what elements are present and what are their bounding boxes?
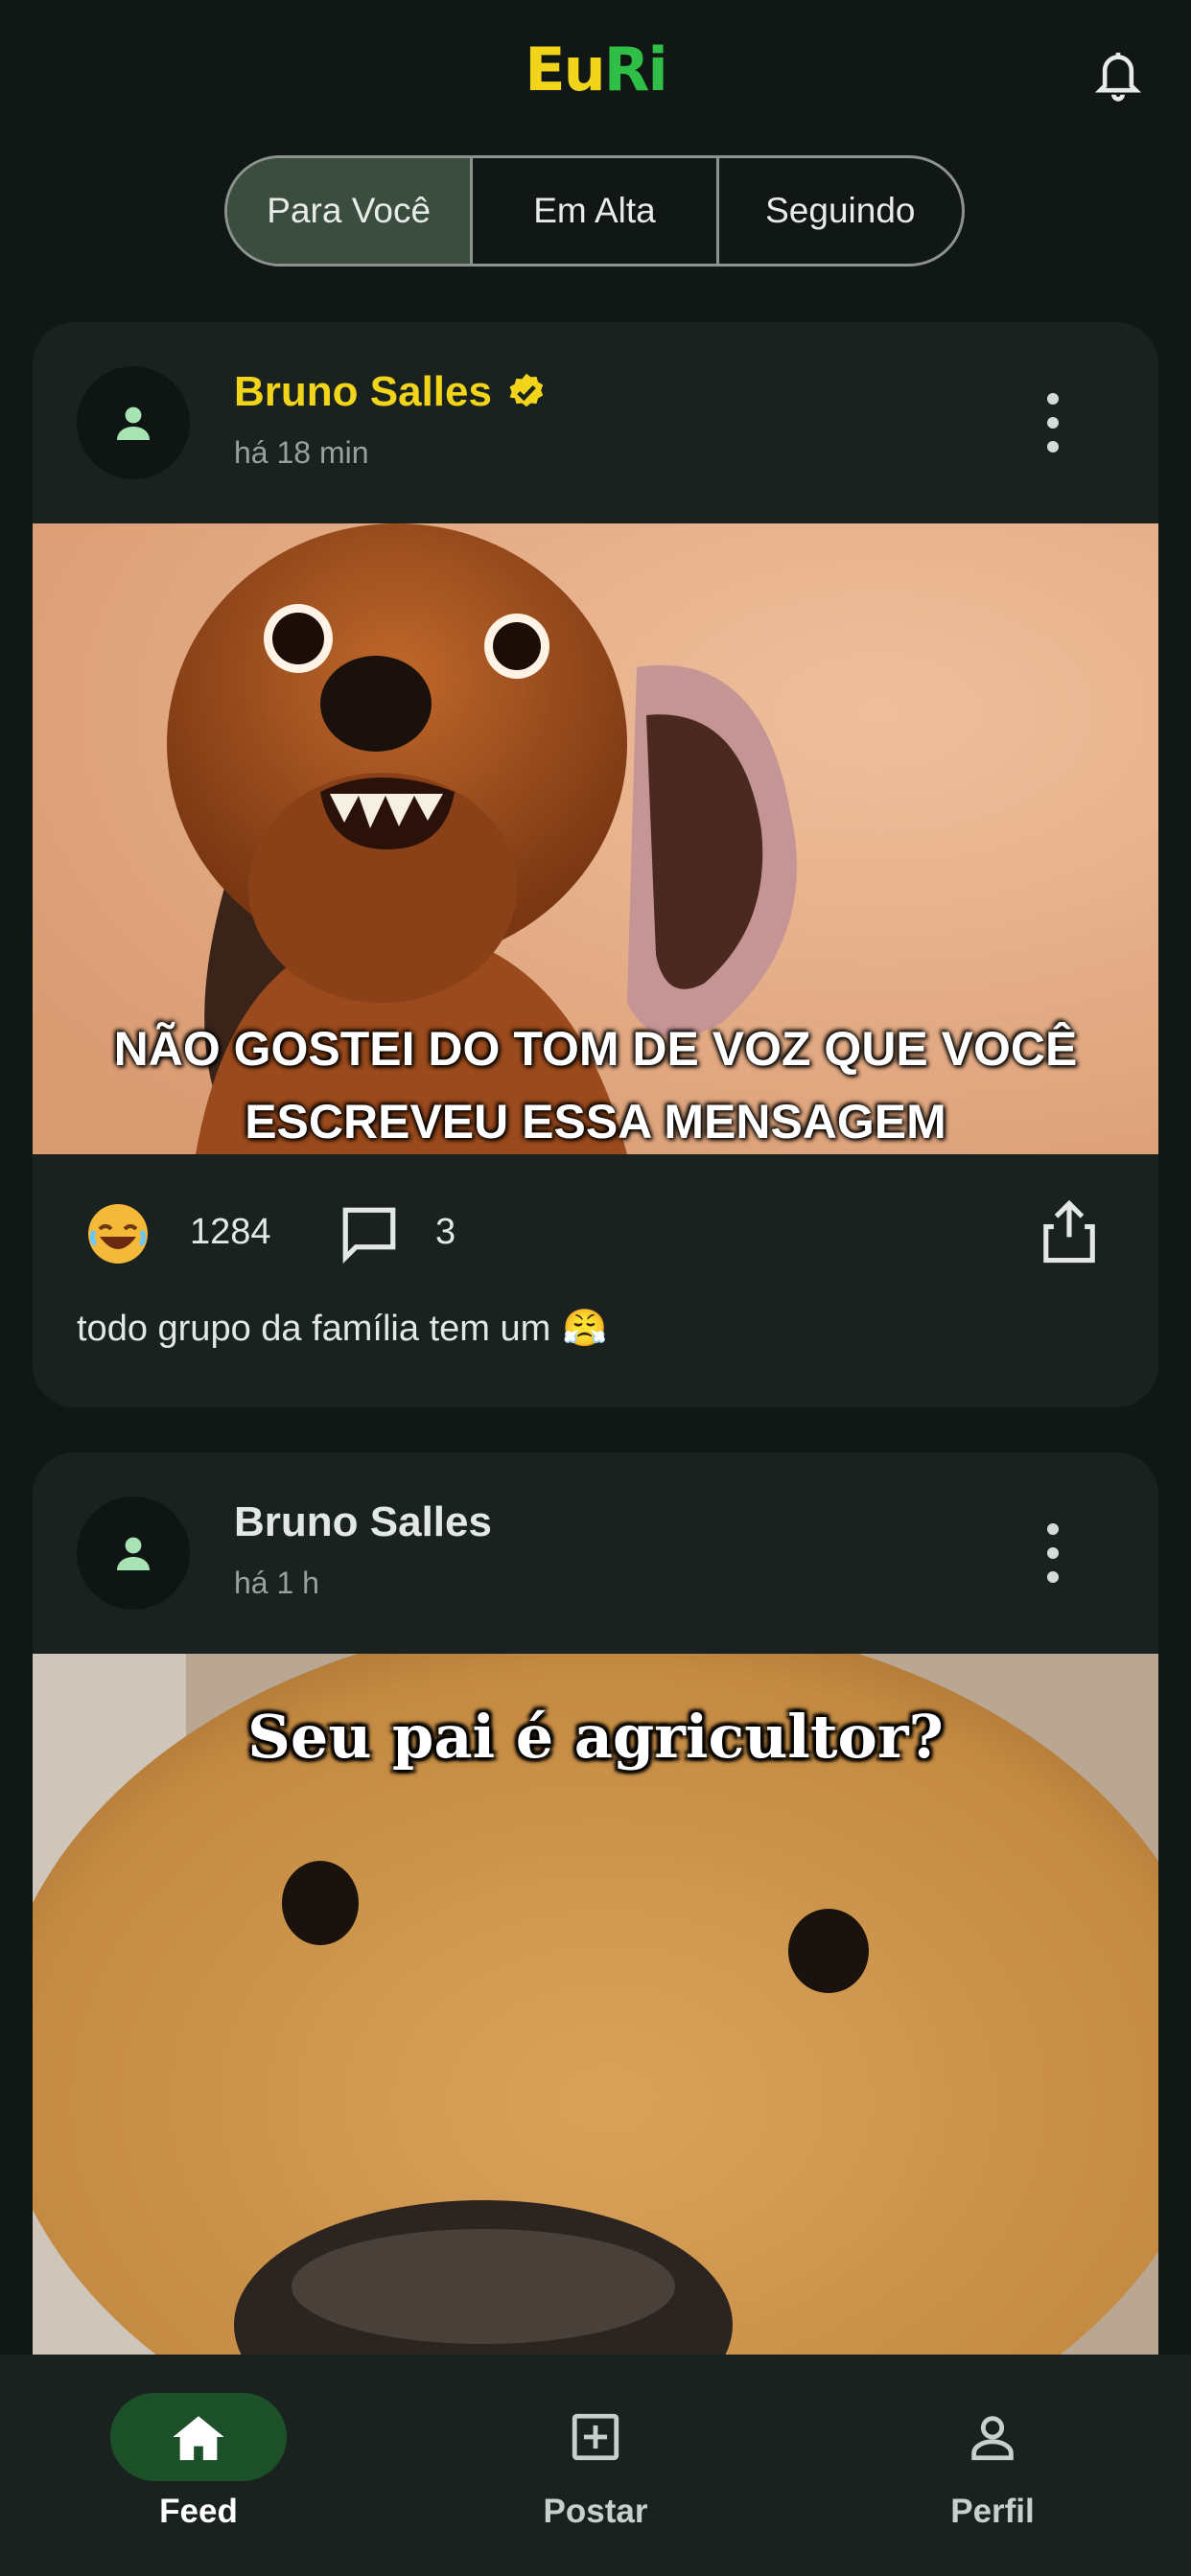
app-logo: EuRi [0,35,1191,104]
author-name: Bruno Salles [234,368,492,415]
feed-tabs: Para Você Em Alta Seguindo [224,155,965,267]
nav-feed-label: Feed [159,2493,238,2530]
post-header: Bruno Salles há 18 min [33,322,1158,523]
nav-postar-pill [507,2393,684,2481]
laugh-reaction-button[interactable] [86,1202,150,1265]
nav-postar-label: Postar [543,2493,648,2530]
person-icon [971,2416,1014,2461]
more-options-icon[interactable] [1034,1518,1072,1589]
reaction-count: 1284 [190,1212,271,1252]
post-author[interactable]: Bruno Salles [234,1498,492,1546]
logo-ri: Ri [603,35,668,104]
post-time: há 18 min [234,435,369,470]
avatar[interactable] [77,1497,190,1610]
top-bar: EuRi [0,0,1191,144]
more-options-icon[interactable] [1034,387,1072,458]
comment-count: 3 [435,1212,456,1252]
share-icon[interactable] [1038,1198,1101,1265]
post-image[interactable]: NÃO GOSTEI DO TOM DE VOZ QUE VOCÊ ESCREV… [33,523,1158,1154]
nav-perfil-label: Perfil [950,2493,1035,2530]
laughing-emoji-icon [88,1204,148,1264]
image-caption: Seu pai é agricultor? [247,1702,944,1772]
person-icon [117,1537,150,1570]
add-box-icon [572,2413,619,2461]
tab-em-alta[interactable]: Em Alta [473,158,719,264]
nav-feed[interactable]: Feed [55,2393,342,2531]
bell-icon[interactable] [1084,40,1153,109]
person-icon [117,406,150,440]
post-card: Bruno Salles há 18 min NÃO GOSTEI DO TOM… [33,322,1158,1407]
tab-seguindo[interactable]: Seguindo [719,158,962,264]
tab-para-voce[interactable]: Para Você [227,158,474,264]
nav-postar[interactable]: Postar [452,2393,739,2531]
post-time: há 1 h [234,1566,319,1600]
post-text: todo grupo da família tem um 😤 [33,1308,1158,1392]
nav-perfil-pill [904,2393,1081,2481]
bottom-navigation: Feed Postar Perfil [0,2355,1191,2576]
nav-feed-pill [110,2393,287,2481]
nav-perfil[interactable]: Perfil [849,2393,1136,2531]
logo-eu: Eu [525,35,605,104]
post-image[interactable]: Seu pai é agricultor? [33,1654,1158,2363]
post-actions: 1284 3 [33,1154,1158,1308]
post-text-body: todo grupo da família tem um [77,1308,551,1349]
post-text-emoji: 😤 [562,1309,608,1349]
app-screen: EuRi Para Você Em Alta Seguindo Bruno Sa… [0,0,1191,2576]
image-caption: NÃO GOSTEI DO TOM DE VOZ QUE VOCÊ ESCREV… [33,1012,1158,1154]
verified-badge-icon [509,373,544,407]
post-header: Bruno Salles há 1 h [33,1452,1158,1654]
caption-line-2: ESCREVEU ESSA MENSAGEM [245,1095,946,1149]
author-name: Bruno Salles [234,1498,492,1545]
post-author[interactable]: Bruno Salles [234,368,548,416]
home-icon [173,2416,224,2461]
post-card: Bruno Salles há 1 h Seu pai é agricultor… [33,1452,1158,2507]
avatar[interactable] [77,366,190,479]
caption-line-1: NÃO GOSTEI DO TOM DE VOZ QUE VOCÊ [113,1022,1078,1076]
comment-icon[interactable] [338,1202,401,1265]
